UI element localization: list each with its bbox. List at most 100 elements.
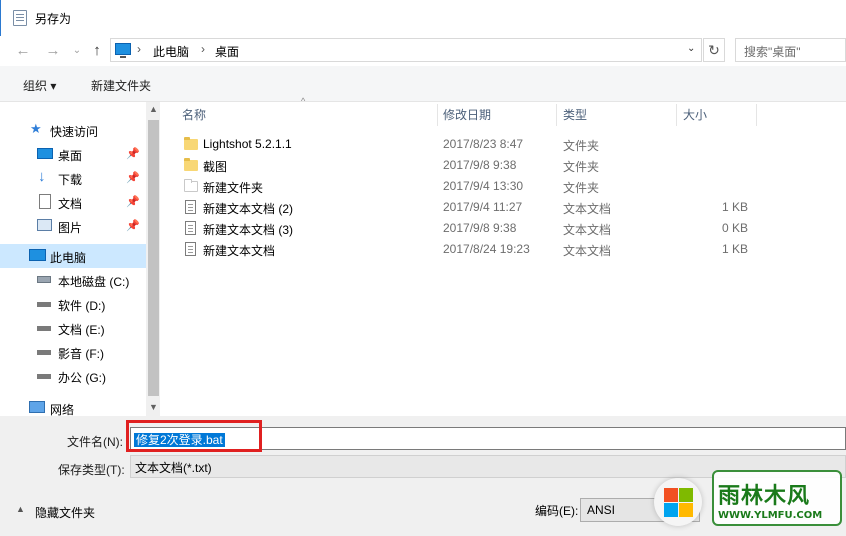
forward-arrow-icon[interactable]: → [44,42,62,60]
file-name: 新建文本文档 [203,244,276,258]
back-arrow-icon[interactable]: ← [14,42,32,60]
file-size: 1 KB [722,200,749,214]
sidebar-item-downloads[interactable]: ↓ 下载 📌 [0,166,146,190]
scroll-down-icon[interactable]: ▼ [149,402,158,412]
highlight-annotation [126,420,262,452]
filetype-label: 保存类型(T): [58,463,125,477]
text-file-icon [185,200,196,214]
sidebar-item-label: 此电脑 [50,251,87,265]
file-name: 新建文本文档 (3) [203,223,294,237]
file-type: 文件夹 [563,139,600,153]
file-row[interactable]: 新建文件夹 2017/9/4 13:30 文件夹 [160,176,846,197]
file-type: 文件夹 [563,160,600,174]
sidebar-item-this-pc[interactable]: 此电脑 [0,244,146,268]
drive-icon [37,276,51,283]
text-file-icon [185,221,196,235]
sidebar-item-label: 文档 (E:) [58,323,105,337]
breadcrumb-separator-icon[interactable]: › [201,42,205,56]
watermark: 雨林木风 WWW.YLMFU.COM [648,466,846,536]
file-date: 2017/8/23 8:47 [443,137,524,151]
scroll-up-icon[interactable]: ▲ [149,104,158,114]
breadcrumb-desktop[interactable]: 桌面 [215,43,239,60]
window-title: 另存为 [35,12,72,26]
file-date: 2017/8/24 19:23 [443,242,530,256]
file-row[interactable]: 新建文本文档 (3) 2017/9/8 9:38 文本文档 0 KB [160,218,846,239]
pin-icon[interactable]: 📌 [126,171,140,184]
drive-icon [37,350,51,355]
file-row[interactable]: Lightshot 5.2.1.1 2017/8/23 8:47 文件夹 [160,134,846,155]
file-row[interactable]: 新建文本文档 2017/8/24 19:23 文本文档 1 KB [160,239,846,260]
column-header-type[interactable]: 类型 [563,106,587,123]
sidebar-item-label: 下载 [58,173,83,187]
file-name: 截图 [203,160,228,174]
command-toolbar: 组织 ▾ 新建文件夹 [0,66,846,102]
download-icon: ↓ [38,168,46,185]
text-file-icon [185,242,196,256]
title-bar: 另存为 [0,0,846,36]
sort-ascending-icon: ^ [301,96,306,106]
sidebar-item-drive-c[interactable]: 本地磁盘 (C:) [0,268,146,292]
file-size: 1 KB [722,242,749,256]
file-date: 2017/9/8 9:38 [443,158,517,172]
collapse-arrow-icon[interactable]: ▲ [16,504,25,514]
pin-icon[interactable]: 📌 [126,195,140,208]
sidebar-item-pictures[interactable]: 图片 📌 [0,214,146,238]
navigation-pane: ★ 快速访问 桌面 📌 ↓ 下载 📌 文档 📌 图片 📌 此电脑 本地磁盘 (C… [0,102,146,417]
column-divider[interactable] [756,104,757,126]
file-type: 文本文档 [563,244,612,258]
breadcrumb-this-pc[interactable]: 此电脑 [153,43,189,60]
network-icon [29,401,45,413]
folder-icon [184,137,198,150]
up-arrow-icon[interactable]: ↑ [88,42,106,60]
star-icon: ★ [30,121,42,136]
sidebar-item-drive-g[interactable]: 办公 (G:) [0,364,146,388]
encoding-label: 编码(E): [535,504,579,518]
watermark-badge: 雨林木风 WWW.YLMFU.COM [712,470,842,526]
filename-label: 文件名(N): [67,435,123,449]
sidebar-item-quick-access[interactable]: ★ 快速访问 [0,118,146,142]
sidebar-item-drive-d[interactable]: 软件 (D:) [0,292,146,316]
recent-locations-chevron-icon[interactable]: ⌄ [68,42,86,60]
sidebar-item-label: 影音 (F:) [58,347,104,361]
file-row[interactable]: 截图 2017/9/8 9:38 文件夹 [160,155,846,176]
sidebar-item-desktop[interactable]: 桌面 📌 [0,142,146,166]
breadcrumb-separator-icon[interactable]: › [137,42,141,56]
column-header-name[interactable]: 名称 [182,106,206,123]
column-header-size[interactable]: 大小 [683,106,707,123]
sidebar-item-label: 软件 (D:) [58,299,106,313]
column-divider[interactable] [437,104,438,126]
file-date: 2017/9/8 9:38 [443,221,517,235]
sidebar-item-documents[interactable]: 文档 📌 [0,190,146,214]
computer-icon [115,43,131,58]
column-divider[interactable] [676,104,677,126]
refresh-button[interactable]: ↻ [703,38,725,62]
hide-folders-button[interactable]: 隐藏文件夹 [35,504,95,521]
sidebar-item-drive-e[interactable]: 文档 (E:) [0,316,146,340]
file-name: 新建文本文档 (2) [203,202,294,216]
new-folder-button[interactable]: 新建文件夹 [91,77,151,94]
address-bar[interactable]: › 此电脑 › 桌面 ⌄ [110,38,702,62]
column-divider[interactable] [556,104,557,126]
sidebar-item-drive-f[interactable]: 影音 (F:) [0,340,146,364]
notepad-icon [13,10,27,26]
file-size: 0 KB [722,221,749,235]
windows-logo-icon [654,478,702,526]
sidebar-item-label: 办公 (G:) [58,371,106,385]
pin-icon[interactable]: 📌 [126,147,140,160]
column-header-date[interactable]: 修改日期 [443,106,491,123]
file-date: 2017/9/4 13:30 [443,179,524,193]
pin-icon[interactable]: 📌 [126,219,140,232]
pictures-icon [37,219,52,231]
file-type: 文本文档 [563,223,612,237]
drive-icon [37,326,51,331]
file-row[interactable]: 新建文本文档 (2) 2017/9/4 11:27 文本文档 1 KB [160,197,846,218]
address-dropdown-icon[interactable]: ⌄ [687,43,695,54]
organize-menu-button[interactable]: 组织 ▾ [23,77,56,94]
file-name: Lightshot 5.2.1.1 [203,137,292,151]
scrollbar-thumb[interactable] [148,120,159,396]
file-date: 2017/9/4 11:27 [443,200,523,214]
empty-folder-icon [184,179,198,192]
file-type: 文件夹 [563,181,600,195]
search-input[interactable]: 搜索"桌面" [735,38,846,62]
sidebar-item-label: 本地磁盘 (C:) [58,275,130,289]
